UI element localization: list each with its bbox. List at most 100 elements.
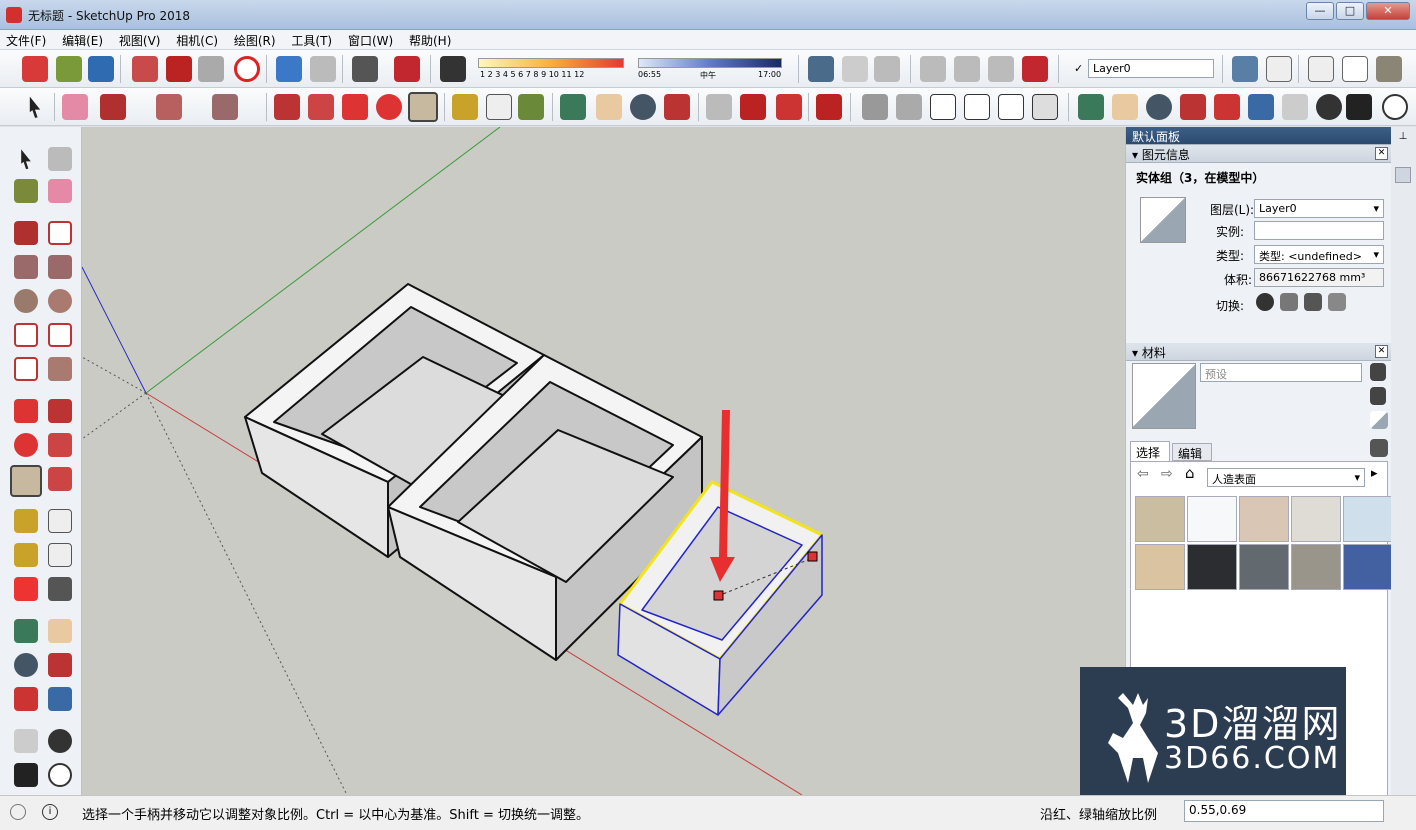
previous-icon-left[interactable] bbox=[48, 687, 72, 711]
measurements-input[interactable]: 0.55,0.69 bbox=[1184, 800, 1384, 822]
receive-shadow-icon[interactable] bbox=[1304, 293, 1322, 311]
eraser-icon[interactable] bbox=[62, 94, 88, 120]
select-icon[interactable] bbox=[21, 149, 31, 170]
cast-shadow-icon[interactable] bbox=[1328, 293, 1346, 311]
share-model-icon[interactable] bbox=[842, 56, 868, 82]
polygon-icon[interactable] bbox=[48, 289, 72, 313]
components-icon[interactable] bbox=[808, 56, 834, 82]
material-swatch[interactable] bbox=[1239, 544, 1289, 590]
tape-measure-icon[interactable] bbox=[452, 94, 478, 120]
line-icon[interactable] bbox=[14, 221, 38, 245]
protractor-icon[interactable] bbox=[14, 543, 38, 567]
hidden-line-icon[interactable] bbox=[1342, 56, 1368, 82]
back-arrow-icon[interactable]: ⇦ bbox=[1137, 466, 1149, 482]
geo-location-icon[interactable] bbox=[10, 804, 26, 820]
add-material-icon[interactable] bbox=[1370, 387, 1386, 405]
axes-icon[interactable] bbox=[14, 577, 38, 601]
close-button[interactable]: ✕ bbox=[1366, 2, 1410, 20]
copy-icon[interactable] bbox=[166, 56, 192, 82]
pan-icon-2[interactable] bbox=[1112, 94, 1138, 120]
rectangle-icon[interactable] bbox=[212, 94, 238, 120]
redo-icon[interactable] bbox=[310, 56, 336, 82]
layer-dropdown[interactable]: Layer0 bbox=[1088, 59, 1214, 78]
iso-house-icon[interactable] bbox=[862, 94, 888, 120]
orbit-icon-2[interactable] bbox=[1078, 94, 1104, 120]
send-to-layout-icon[interactable] bbox=[776, 94, 802, 120]
material-swatch[interactable] bbox=[1291, 544, 1341, 590]
orbit-icon-left[interactable] bbox=[14, 619, 38, 643]
print-icon[interactable] bbox=[352, 56, 378, 82]
pie-icon[interactable] bbox=[48, 357, 72, 381]
freehand-icon[interactable] bbox=[48, 221, 72, 245]
rotate-icon-left[interactable] bbox=[14, 433, 38, 457]
save-icon[interactable] bbox=[88, 56, 114, 82]
line-pencil-icon[interactable] bbox=[100, 94, 126, 120]
top-house-icon[interactable] bbox=[896, 94, 922, 120]
model-info-icon[interactable] bbox=[394, 56, 420, 82]
material-swatch[interactable] bbox=[1135, 496, 1185, 542]
home-icon[interactable]: ⌂ bbox=[1185, 464, 1195, 482]
tab-edit[interactable]: 编辑 bbox=[1172, 443, 1212, 461]
position-camera-icon[interactable] bbox=[1282, 94, 1308, 120]
scene-canvas[interactable] bbox=[82, 127, 1125, 795]
left-house-icon[interactable] bbox=[1032, 94, 1058, 120]
walk-icon-left[interactable] bbox=[14, 763, 38, 787]
move-icon-left[interactable] bbox=[14, 399, 38, 423]
download-icon[interactable] bbox=[874, 56, 900, 82]
pan-icon-left[interactable] bbox=[48, 619, 72, 643]
intersect-icon[interactable] bbox=[954, 56, 980, 82]
section-icon-left[interactable] bbox=[48, 763, 72, 787]
tray-scrollbar[interactable]: ⊥ bbox=[1391, 127, 1416, 795]
arc-icon-left[interactable] bbox=[14, 323, 38, 347]
shadow-month-slider[interactable] bbox=[478, 58, 624, 68]
close-icon[interactable]: ✕ bbox=[1375, 147, 1388, 160]
entity-material-swatch[interactable] bbox=[1140, 197, 1186, 243]
zoom-icon-2[interactable] bbox=[1146, 94, 1172, 120]
zoom-extents-icon[interactable] bbox=[664, 94, 690, 120]
cut-icon[interactable] bbox=[132, 56, 158, 82]
previous-view-icon[interactable] bbox=[1248, 94, 1274, 120]
union-icon[interactable] bbox=[988, 56, 1014, 82]
material-swatch[interactable] bbox=[1187, 496, 1237, 542]
eyedropper-icon[interactable] bbox=[1370, 439, 1388, 457]
3d-warehouse-icon[interactable] bbox=[706, 94, 732, 120]
offset-icon[interactable] bbox=[48, 467, 72, 491]
push-pull-icon-left[interactable] bbox=[48, 399, 72, 423]
make-component-icon[interactable] bbox=[48, 147, 72, 171]
zoom-extents-icon-left[interactable] bbox=[14, 687, 38, 711]
type-select[interactable]: 类型: <undefined> ▾ bbox=[1254, 245, 1384, 264]
open-folder-icon[interactable] bbox=[56, 56, 82, 82]
paste-icon[interactable] bbox=[198, 56, 224, 82]
tab-select[interactable]: 选择 bbox=[1130, 441, 1170, 461]
model-viewport[interactable] bbox=[82, 127, 1125, 795]
menu-file[interactable]: 文件(F) bbox=[0, 30, 52, 51]
lock-icon[interactable] bbox=[1280, 293, 1298, 311]
forward-arrow-icon[interactable]: ⇨ bbox=[1161, 466, 1173, 482]
arc-icon[interactable] bbox=[156, 94, 182, 120]
tape-icon-left[interactable] bbox=[14, 509, 38, 533]
menu-edit[interactable]: 编辑(E) bbox=[56, 30, 109, 51]
move-icon[interactable] bbox=[342, 94, 368, 120]
minimize-button[interactable]: — bbox=[1306, 2, 1334, 20]
material-name-input[interactable]: 预设 bbox=[1200, 363, 1362, 382]
pan-icon[interactable] bbox=[596, 94, 622, 120]
rotated-rectangle-icon[interactable] bbox=[48, 255, 72, 279]
push-pull-icon[interactable] bbox=[274, 94, 300, 120]
info-icon[interactable]: i bbox=[42, 804, 58, 820]
menu-tools[interactable]: 工具(T) bbox=[285, 30, 338, 51]
menu-window[interactable]: 窗口(W) bbox=[342, 30, 399, 51]
ruby-console-icon[interactable] bbox=[816, 94, 842, 120]
material-swatch[interactable] bbox=[1291, 496, 1341, 542]
text-icon[interactable] bbox=[486, 94, 512, 120]
walk-icon[interactable] bbox=[1346, 94, 1372, 120]
section-plane-icon[interactable] bbox=[1382, 94, 1408, 120]
3d-text-icon[interactable] bbox=[48, 577, 72, 601]
right-house-icon[interactable] bbox=[964, 94, 990, 120]
create-material-icon[interactable] bbox=[1370, 363, 1386, 381]
text-icon-left[interactable] bbox=[48, 543, 72, 567]
shadow-toggle-icon[interactable] bbox=[440, 56, 466, 82]
menu-camera[interactable]: 相机(C) bbox=[170, 30, 224, 51]
scale-grip-edge[interactable] bbox=[807, 551, 818, 562]
three-point-arc-icon[interactable] bbox=[14, 357, 38, 381]
zoom-icon[interactable] bbox=[630, 94, 656, 120]
